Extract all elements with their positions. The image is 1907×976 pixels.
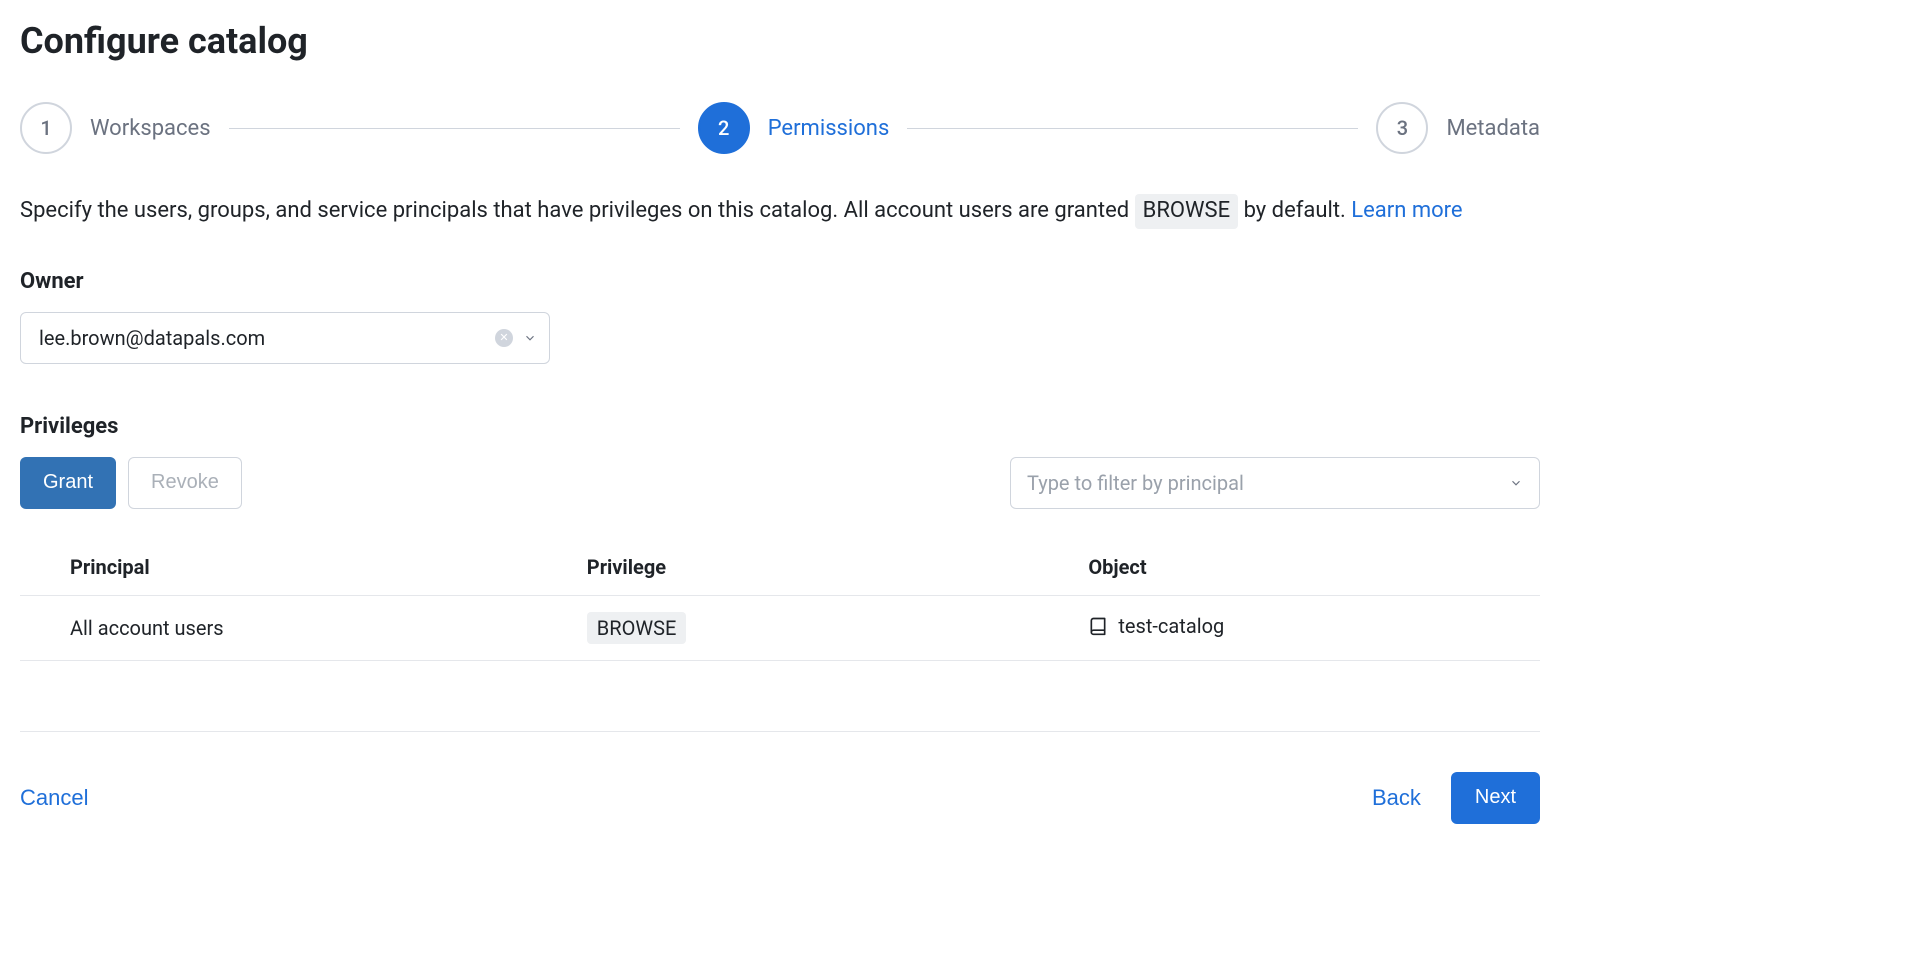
cancel-button[interactable]: Cancel	[20, 785, 88, 811]
catalog-icon	[1088, 615, 1108, 637]
description-suffix: by default.	[1244, 198, 1352, 223]
description-text: Specify the users, groups, and service p…	[20, 194, 1540, 229]
table-row[interactable]: All account users BROWSE test-catalog	[20, 595, 1540, 660]
col-principal: Principal	[20, 539, 537, 596]
chevron-down-icon	[1509, 476, 1523, 490]
footer: Cancel Back Next	[20, 731, 1540, 824]
step-connector	[907, 128, 1358, 129]
learn-more-link[interactable]: Learn more	[1351, 198, 1462, 223]
filter-placeholder: Type to filter by principal	[1027, 471, 1244, 495]
object-name: test-catalog	[1118, 614, 1224, 638]
owner-select[interactable]: lee.brown@datapals.com ✕	[20, 312, 550, 364]
step-metadata[interactable]: 3 Metadata	[1376, 102, 1540, 154]
description-prefix: Specify the users, groups, and service p…	[20, 198, 1135, 223]
step-label-workspaces: Workspaces	[90, 116, 211, 141]
step-label-metadata: Metadata	[1446, 116, 1540, 141]
step-circle-3: 3	[1376, 102, 1428, 154]
next-button[interactable]: Next	[1451, 772, 1540, 824]
step-circle-2: 2	[698, 102, 750, 154]
revoke-button[interactable]: Revoke	[128, 457, 242, 509]
grant-button[interactable]: Grant	[20, 457, 116, 509]
browse-chip: BROWSE	[1135, 194, 1238, 229]
back-button[interactable]: Back	[1372, 785, 1421, 811]
step-connector	[229, 128, 680, 129]
step-workspaces[interactable]: 1 Workspaces	[20, 102, 211, 154]
owner-label: Owner	[20, 269, 1540, 294]
step-circle-1: 1	[20, 102, 72, 154]
stepper: 1 Workspaces 2 Permissions 3 Metadata	[20, 102, 1540, 154]
privilege-chip: BROWSE	[587, 612, 687, 644]
page-title: Configure catalog	[20, 20, 1540, 62]
cell-privilege: BROWSE	[537, 595, 1039, 660]
col-object: Object	[1038, 539, 1540, 596]
clear-owner-icon[interactable]: ✕	[495, 329, 513, 347]
owner-value: lee.brown@datapals.com	[39, 326, 265, 350]
col-privilege: Privilege	[537, 539, 1039, 596]
step-label-permissions: Permissions	[768, 116, 890, 141]
principal-filter[interactable]: Type to filter by principal	[1010, 457, 1540, 509]
step-permissions[interactable]: 2 Permissions	[698, 102, 890, 154]
cell-principal: All account users	[20, 595, 537, 660]
privileges-table: Principal Privilege Object All account u…	[20, 539, 1540, 661]
chevron-down-icon[interactable]	[523, 331, 537, 345]
cell-object: test-catalog	[1038, 595, 1540, 660]
privileges-label: Privileges	[20, 414, 1540, 439]
